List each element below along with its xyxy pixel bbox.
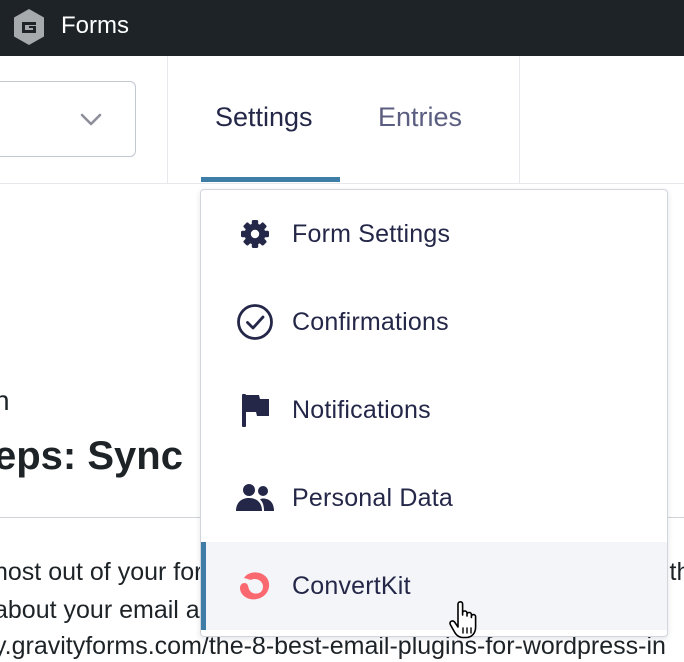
paragraph-line: nost out of your for bbox=[0, 558, 203, 586]
flag-icon bbox=[242, 394, 269, 427]
toolbar-divider bbox=[519, 56, 520, 183]
menu-item-label: ConvertKit bbox=[292, 572, 411, 600]
admin-bar: Forms bbox=[0, 0, 684, 56]
form-toolbar: Settings Entries bbox=[0, 56, 684, 184]
tab-entries[interactable]: Entries bbox=[378, 100, 462, 134]
menu-item-label: Form Settings bbox=[292, 220, 451, 248]
active-tab-indicator bbox=[201, 177, 340, 182]
menu-item-label: Personal Data bbox=[292, 484, 454, 512]
tab-settings[interactable]: Settings bbox=[215, 100, 313, 134]
form-subtitle: n bbox=[0, 385, 10, 416]
form-heading: eps: Sync bbox=[0, 434, 183, 478]
admin-bar-title[interactable]: Forms bbox=[61, 11, 129, 41]
menu-item-confirmations[interactable]: Confirmations bbox=[201, 278, 667, 366]
menu-item-personal-data[interactable]: Personal Data bbox=[201, 454, 667, 542]
form-switcher-select[interactable] bbox=[0, 81, 136, 157]
settings-dropdown-menu: Form Settings Confirmations Notification… bbox=[200, 189, 668, 637]
menu-item-label: Confirmations bbox=[292, 308, 449, 336]
menu-item-convertkit[interactable]: ConvertKit bbox=[201, 542, 667, 630]
hand-pointer-cursor-icon bbox=[449, 601, 477, 639]
menu-item-notifications[interactable]: Notifications bbox=[201, 366, 667, 454]
toolbar-divider bbox=[167, 56, 168, 183]
gravity-forms-logo-icon[interactable] bbox=[12, 8, 46, 46]
chevron-down-icon bbox=[80, 113, 102, 126]
gear-icon bbox=[241, 220, 269, 248]
menu-item-label: Notifications bbox=[292, 396, 431, 424]
menu-item-form-settings[interactable]: Form Settings bbox=[201, 190, 667, 278]
people-icon bbox=[236, 484, 274, 511]
convertkit-icon bbox=[240, 572, 270, 600]
paragraph-line: about your email a bbox=[0, 596, 200, 624]
check-circle-icon bbox=[237, 304, 273, 340]
